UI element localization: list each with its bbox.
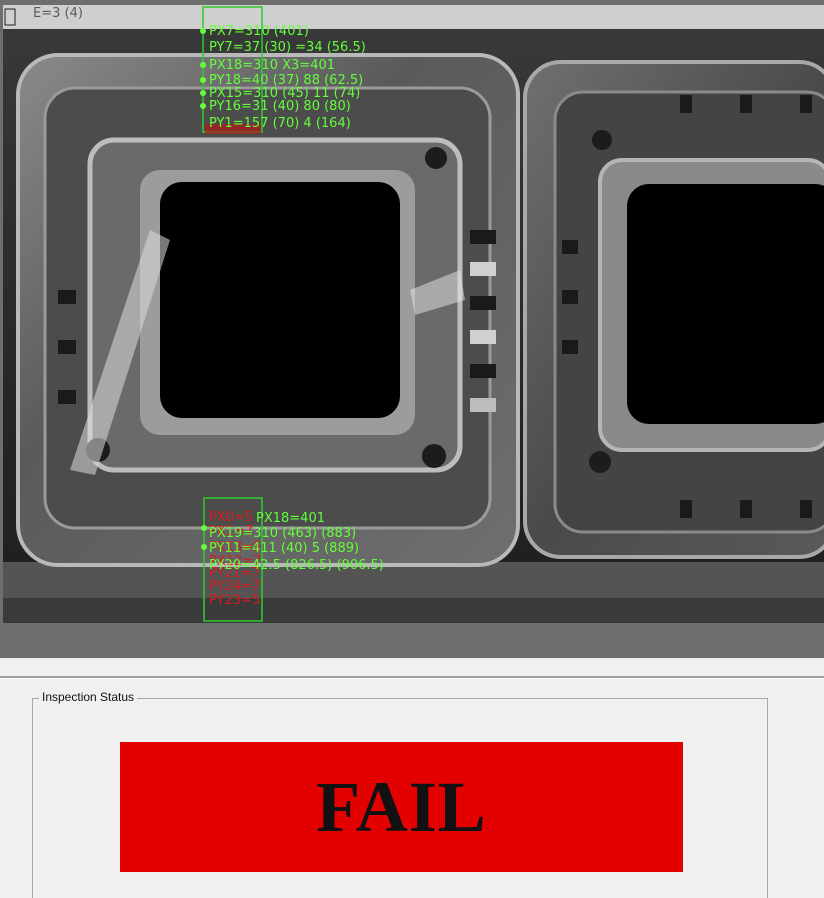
panel-divider (0, 676, 824, 679)
camera-view: E=3 (4) PX7=310 (401) PY7=37 (30) =34 (5… (0, 0, 824, 658)
overlay-line: PY23=5 (209, 593, 260, 608)
overlay-line: PY11=411 (40) 5 (889) (209, 541, 359, 556)
overlay-line: PX18=310 X3=401 (209, 58, 335, 73)
chip-cavity-right (627, 184, 824, 424)
overlay-line: PX0=5 (209, 510, 253, 525)
frame-label-text: E=3 (4) (33, 6, 83, 21)
result-banner: FAIL (120, 742, 683, 872)
result-text: FAIL (316, 766, 487, 847)
inspection-status-label: Inspection Status (39, 690, 138, 704)
overlay-line: PX18=401 (256, 511, 325, 526)
overlay-line: PY1=157 (70) 4 (164) (209, 116, 351, 131)
overlay-line: PY16=31 (40) 80 (80) (209, 99, 351, 114)
overlay-line: PY7=37 (30) =34 (56.5) (209, 40, 366, 55)
chip-cavity-left (160, 182, 400, 418)
tray-pocket-right (523, 60, 824, 559)
overlay-line: PX19=310 (463) (883) (209, 526, 356, 541)
overlay-line: PX7=310 (401) (209, 24, 309, 39)
overlay-line: PY20=42.5 (826.5) (906.5) (209, 558, 384, 573)
overlay-line: PY24=7 (209, 579, 260, 594)
tray-pocket-left (16, 53, 520, 567)
